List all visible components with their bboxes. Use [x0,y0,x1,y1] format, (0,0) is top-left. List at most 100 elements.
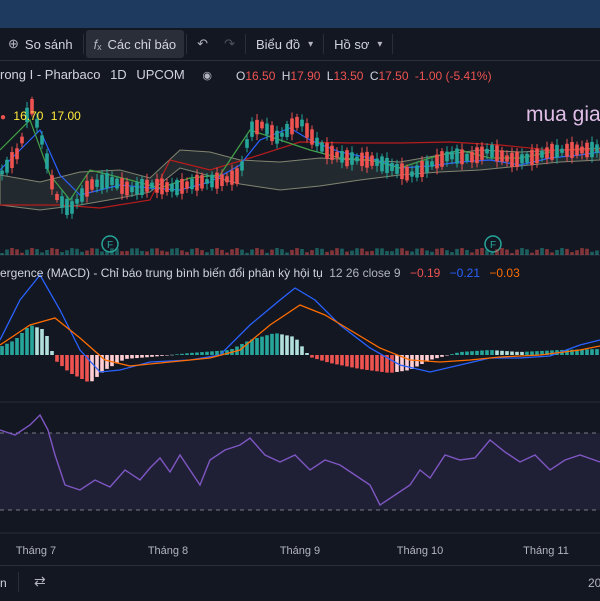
macd-hist-bar [110,355,114,367]
volume-bar [345,251,349,255]
candle [5,156,9,176]
red-dot-icon: ● [0,112,7,123]
volume-bar [385,251,389,255]
macd-hist-bar [330,355,334,364]
redo-button[interactable]: ↷ [216,30,243,58]
macd-hist-bar [360,355,364,370]
symbol-legend: rong I - Pharbaco 1D UPCOM ◉ [0,67,212,82]
volume-bar [235,248,239,255]
macd-hist-bar [270,333,274,355]
macd-hist-bar [30,325,34,355]
candle [165,178,169,196]
volume-bar [350,250,354,255]
volume-bar [220,249,224,255]
candle [40,131,44,149]
candle [550,141,554,162]
volume-bar [430,251,434,255]
volume-bar [185,251,189,255]
macd-hist-bar [450,354,454,355]
macd-hist-bar [15,338,19,355]
macd-hist-bar [355,355,359,369]
volume-bar [325,251,329,255]
close-value: 17.50 [378,69,409,83]
macd-histogram [0,325,599,382]
volume-bar [255,248,259,255]
volume-bar [565,248,569,255]
macd-hist-bar [530,351,534,355]
volume-bar [535,249,539,255]
macd-hist-bar [265,335,269,355]
macd-hist-bar [55,355,59,362]
macd-hist-bar [305,353,309,355]
volume-bar [415,248,419,255]
profile-menu-button[interactable]: Hồ sơ ▾ [326,30,390,58]
undo-button[interactable]: ↶ [189,30,216,58]
toolbar-divider [18,572,19,592]
chart-menu-button[interactable]: Biểu đồ ▾ [248,30,321,58]
volume-bar [335,248,339,255]
ohlc-legend: O16.50 H17.90 L13.50 C17.50 -1.00 (-5.41… [236,69,492,83]
candle [15,143,19,165]
volume-bar [115,248,119,255]
chart-toolbar: ⊕ So sánh fₓ Các chỉ báo ↶ ↷ Biểu đồ ▾ H… [0,28,600,61]
volume-bar [25,249,29,255]
volume-bar [355,248,359,255]
rsi-band [0,433,600,510]
macd-hist-bar [185,353,189,355]
macd-hist-bar [515,351,519,355]
symbol-interval: 1D [110,67,127,82]
macd-hist-bar [25,328,29,355]
macd-hist-bar [165,355,169,356]
macd-hist-bar [370,355,374,371]
macd-hist-bar [430,355,434,360]
candle [140,175,144,199]
macd-title: ergence (MACD) - Chỉ báo trung bình biến… [0,266,323,280]
replay-icon[interactable]: ⇄ [34,573,46,590]
volume-bar [460,248,464,255]
macd-hist-bar [215,350,219,355]
volume-bar [5,249,9,255]
macd-hist-bar [285,335,289,355]
volume-bar [200,250,204,255]
candle [260,119,264,131]
volume-bar [0,253,4,255]
price-chart[interactable]: F F Tháng 7 Tháng 8 Tháng 9 Tháng 10 Tháng 1… [0,60,600,565]
volume-bar [205,252,209,255]
volume-bar [310,250,314,255]
macd-hist-bar [310,355,314,358]
top-banner [0,0,600,28]
macd-hist-bar [475,350,479,355]
eye-icon[interactable]: ◉ [202,70,212,82]
change-value: -1.00 (-5.41%) [414,69,492,83]
toolbar-divider [323,34,325,54]
macd-hist-bar [210,351,214,355]
macd-hist-bar [10,341,14,355]
volume-bar [520,248,524,255]
chart-annotation[interactable]: mua gia [526,103,600,127]
volume-bar [420,248,424,255]
volume-bar [410,251,414,255]
bottom-left-text: n [0,576,7,590]
volume-bar [590,251,594,255]
macd-params: 12 26 close 9 [329,266,401,280]
volume-bar [85,250,89,255]
chart-menu-label: Biểu đồ [255,36,301,52]
macd-hist-bar [60,355,64,367]
volume-bar [360,248,364,255]
volume-bar [10,248,14,255]
volume-bar [405,250,409,255]
volume-bar [500,248,504,255]
macd-hist-bar [175,354,179,355]
macd-hist-bar [20,333,24,355]
toolbar-divider [392,34,394,54]
volume-bar [170,248,174,255]
volume-bar [15,249,19,255]
candle [200,172,204,192]
macd-hist-bar [495,350,499,355]
volume-bar [585,248,589,255]
volume-bar [320,248,324,255]
volume-bar [450,252,454,255]
candle [585,139,589,161]
indicators-button[interactable]: fₓ Các chỉ báo [85,30,185,58]
compare-button[interactable]: ⊕ So sánh [0,30,81,58]
